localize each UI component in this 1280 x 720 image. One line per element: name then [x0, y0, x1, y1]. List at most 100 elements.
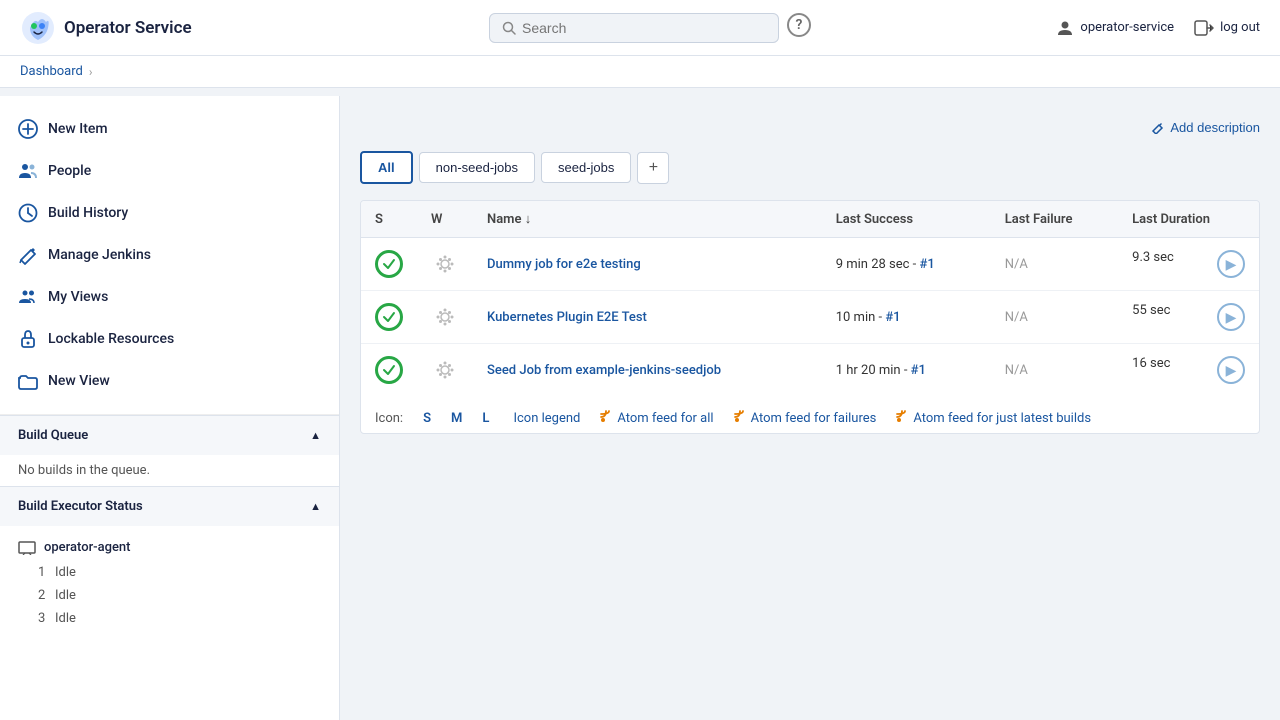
- weather-cell: [417, 238, 473, 291]
- build-executor-section: Build Executor Status ▲ operator-agent 1…: [0, 486, 339, 638]
- col-header-last-duration: Last Duration: [1118, 201, 1259, 238]
- people-icon: [18, 161, 38, 181]
- add-description-row: Add description: [360, 116, 1260, 139]
- status-cell: [361, 238, 417, 291]
- run-button[interactable]: ▶: [1217, 250, 1245, 278]
- plus-circle-icon: [18, 119, 38, 139]
- pencil-small-icon: [1151, 121, 1164, 134]
- my-views-icon: [18, 287, 38, 307]
- icon-size-m[interactable]: M: [451, 411, 462, 426]
- run-button[interactable]: ▶: [1217, 356, 1245, 384]
- main-content: Add description All non-seed-jobs seed-j…: [340, 96, 1280, 720]
- agent-name: operator-agent: [44, 540, 131, 555]
- tab-seed-jobs[interactable]: seed-jobs: [541, 152, 631, 183]
- icon-legend-link[interactable]: Icon legend: [513, 411, 580, 426]
- executor-3: 3 Idle: [18, 607, 321, 630]
- build-queue-title: Build Queue: [18, 428, 88, 443]
- feed-icon: [600, 410, 613, 427]
- name-cell[interactable]: Seed Job from example-jenkins-seedjob: [473, 344, 822, 397]
- app-logo: [20, 10, 56, 46]
- user-menu[interactable]: operator-service: [1056, 19, 1174, 37]
- build-queue-content: No builds in the queue.: [0, 455, 339, 486]
- sidebar-item-lockable-resources[interactable]: Lockable Resources: [0, 318, 339, 360]
- job-name[interactable]: Seed Job from example-jenkins-seedjob: [487, 363, 721, 378]
- build-executor-content: operator-agent 1 Idle 2 Idle 3 Idle: [0, 526, 339, 638]
- icon-size-s[interactable]: S: [423, 411, 431, 426]
- search-input[interactable]: [522, 20, 766, 36]
- pencil-icon: [18, 245, 38, 265]
- run-button[interactable]: ▶: [1217, 303, 1245, 331]
- icon-size-l[interactable]: L: [482, 411, 489, 426]
- status-cell: [361, 291, 417, 344]
- col-header-name[interactable]: Name ↓: [473, 201, 822, 238]
- job-name[interactable]: Dummy job for e2e testing: [487, 257, 641, 272]
- status-ok-icon: [375, 303, 403, 331]
- build-num[interactable]: #1: [911, 363, 926, 378]
- sidebar-label-build-history: Build History: [48, 205, 128, 221]
- feed-all-link[interactable]: Atom feed for all: [600, 410, 713, 427]
- status-cell: [361, 344, 417, 397]
- last-success-cell: 9 min 28 sec - #1: [822, 238, 991, 291]
- sidebar-item-manage-jenkins[interactable]: Manage Jenkins: [0, 234, 339, 276]
- logo-area: Operator Service: [20, 10, 340, 46]
- last-failure-cell: N/A: [991, 344, 1118, 397]
- sidebar-label-new-view: New View: [48, 373, 110, 389]
- executor-2: 2 Idle: [18, 584, 321, 607]
- gear-icon: [431, 356, 459, 384]
- sidebar-item-my-views[interactable]: My Views: [0, 276, 339, 318]
- last-duration-cell: 55 sec ▶: [1118, 291, 1259, 344]
- col-header-last-success: Last Success: [822, 201, 991, 238]
- search-icon: [502, 21, 516, 35]
- build-executor-header[interactable]: Build Executor Status ▲: [0, 487, 339, 526]
- tab-non-seed-jobs[interactable]: non-seed-jobs: [419, 152, 535, 183]
- sidebar-item-new-view[interactable]: New View: [0, 360, 339, 402]
- executor-1: 1 Idle: [18, 561, 321, 584]
- status-ok-icon: [375, 356, 403, 384]
- table-footer: Icon: S M L Icon legend Atom feed fo: [361, 396, 1259, 433]
- search-box[interactable]: [489, 13, 779, 43]
- name-cell[interactable]: Kubernetes Plugin E2E Test: [473, 291, 822, 344]
- executor-agent: operator-agent: [18, 534, 321, 561]
- header-actions: operator-service log out: [960, 19, 1260, 37]
- build-executor-chevron: ▲: [310, 500, 321, 513]
- breadcrumb-arrow: ›: [89, 65, 93, 79]
- logout-button[interactable]: log out: [1194, 19, 1260, 37]
- last-failure-cell: N/A: [991, 291, 1118, 344]
- table-row: Dummy job for e2e testing 9 min 28 sec -…: [361, 238, 1259, 291]
- app-title: Operator Service: [64, 18, 192, 38]
- jobs-table-body: Dummy job for e2e testing 9 min 28 sec -…: [361, 238, 1259, 397]
- build-executor-title: Build Executor Status: [18, 499, 143, 514]
- feed-failures-link[interactable]: Atom feed for failures: [734, 410, 877, 427]
- name-cell[interactable]: Dummy job for e2e testing: [473, 238, 822, 291]
- last-duration-cell: 9.3 sec ▶: [1118, 238, 1259, 291]
- main-layout: New Item People: [0, 96, 1280, 720]
- last-success-cell: 10 min - #1: [822, 291, 991, 344]
- table-row: Kubernetes Plugin E2E Test 10 min - #1 N…: [361, 291, 1259, 344]
- build-queue-header[interactable]: Build Queue ▲: [0, 416, 339, 455]
- job-name[interactable]: Kubernetes Plugin E2E Test: [487, 310, 647, 325]
- breadcrumb-dashboard[interactable]: Dashboard: [20, 64, 83, 79]
- tab-add-button[interactable]: +: [637, 152, 669, 184]
- build-num[interactable]: #1: [920, 257, 935, 272]
- feed-latest-link[interactable]: Atom feed for just latest builds: [896, 410, 1091, 427]
- sidebar-label-my-views: My Views: [48, 289, 108, 305]
- user-label: operator-service: [1080, 20, 1174, 35]
- sidebar-item-people[interactable]: People: [0, 150, 339, 192]
- weather-cell: [417, 344, 473, 397]
- tab-all[interactable]: All: [360, 151, 413, 184]
- jobs-table-head: S W Name ↓ Last Success Last Failure Las…: [361, 201, 1259, 238]
- help-icon[interactable]: ?: [787, 13, 811, 37]
- monitor-icon: [18, 541, 36, 555]
- sidebar-nav: New Item People: [0, 96, 339, 415]
- sidebar-item-build-history[interactable]: Build History: [0, 192, 339, 234]
- last-duration-cell: 16 sec ▶: [1118, 344, 1259, 397]
- status-ok-icon: [375, 250, 403, 278]
- sidebar-item-new-item[interactable]: New Item: [0, 108, 339, 150]
- build-queue-section: Build Queue ▲ No builds in the queue.: [0, 415, 339, 486]
- breadcrumb: Dashboard ›: [0, 56, 1280, 88]
- logout-label: log out: [1220, 20, 1260, 35]
- add-description-button[interactable]: Add description: [1151, 116, 1260, 139]
- build-num[interactable]: #1: [885, 310, 900, 325]
- sidebar-label-manage-jenkins: Manage Jenkins: [48, 247, 151, 263]
- col-header-s: S: [361, 201, 417, 238]
